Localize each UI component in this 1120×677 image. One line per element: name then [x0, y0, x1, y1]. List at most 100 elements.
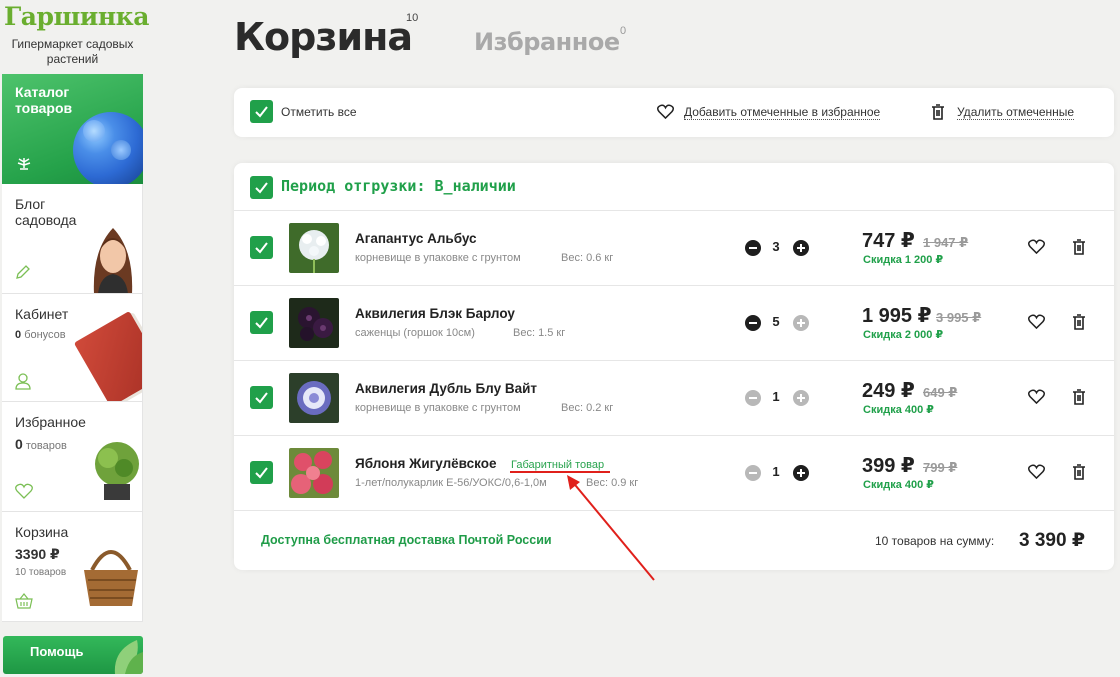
- select-all-checkbox[interactable]: [250, 100, 273, 123]
- trash-icon[interactable]: [931, 104, 945, 120]
- qty-increase-button[interactable]: [793, 465, 809, 481]
- help-button[interactable]: Помощь: [3, 636, 143, 674]
- product-weight: Вес: 0.6 кг: [561, 252, 614, 264]
- product-price: 1 995 ₽: [862, 305, 932, 327]
- heart-icon[interactable]: [1028, 314, 1045, 329]
- crown-leaf-icon: [17, 158, 31, 170]
- qty-increase-button[interactable]: [793, 240, 809, 256]
- heart-icon[interactable]: [1028, 389, 1045, 404]
- sidebar-item-cabinet[interactable]: Кабинет 0 бонусов: [2, 294, 143, 402]
- sidebar-item-cart[interactable]: Корзина 3390 ₽ 10 товаров: [2, 512, 143, 622]
- divider: [234, 510, 1114, 511]
- product-thumbnail[interactable]: [289, 448, 339, 498]
- qty-decrease-button[interactable]: [745, 240, 761, 256]
- basket-icon: [15, 593, 33, 609]
- sidebar: Гаршинка Гипермаркет садовых растений Ка…: [0, 0, 149, 677]
- product-old-price: 3 995 ₽: [936, 310, 982, 325]
- shipping-period-title: Период отгрузки: В_наличии: [281, 177, 516, 195]
- cart-item-row: Агапантус Альбус корневище в упаковке с …: [234, 211, 1114, 285]
- product-name[interactable]: Аквилегия Блэк Барлоу: [355, 306, 515, 321]
- qty-decrease-button[interactable]: [745, 315, 761, 331]
- product-thumbnail[interactable]: [289, 373, 339, 423]
- sidebar-item-label: Кабинет: [15, 306, 69, 322]
- check-icon: [255, 242, 268, 254]
- product-weight: Вес: 1.5 кг: [513, 327, 566, 339]
- product-price: 399 ₽: [862, 455, 915, 477]
- product-name[interactable]: Агапантус Альбус: [355, 231, 477, 246]
- heart-icon[interactable]: [657, 104, 674, 119]
- check-icon: [255, 467, 268, 479]
- hydrangea-image: [73, 112, 143, 184]
- cart-item-row: Аквилегия Дубль Блу Вайт корневище в упа…: [234, 361, 1114, 435]
- check-icon: [255, 182, 268, 194]
- check-icon: [255, 392, 268, 404]
- favorites-counter: 0 товаров: [15, 436, 67, 452]
- sidebar-item-blog[interactable]: Блог садовода: [2, 184, 143, 294]
- product-desc: саженцы (горшок 10см): [355, 327, 475, 339]
- product-discount: Скидка 400 ₽: [863, 479, 934, 491]
- cart-count: 10 товаров: [15, 567, 67, 578]
- heart-icon: [15, 483, 33, 499]
- item-checkbox[interactable]: [250, 311, 273, 334]
- tab-favorites-count: 0: [620, 25, 627, 37]
- basket-image: [84, 550, 138, 606]
- site-tagline: Гипермаркет садовых растений: [11, 37, 134, 66]
- tab-cart[interactable]: Корзина: [234, 15, 413, 59]
- item-checkbox[interactable]: [250, 386, 273, 409]
- product-discount: Скидка 400 ₽: [863, 404, 934, 416]
- item-checkbox[interactable]: [250, 461, 273, 484]
- blogger-photo: [93, 228, 133, 293]
- qty-value: 1: [772, 464, 780, 479]
- bonus-counter: 0 бонусов: [15, 329, 66, 341]
- trash-icon[interactable]: [1072, 464, 1086, 480]
- cart-item-row: Аквилегия Блэк Барлоу саженцы (горшок 10…: [234, 286, 1114, 360]
- select-all-label[interactable]: Отметить все: [281, 105, 357, 119]
- bush-image: [95, 442, 139, 500]
- product-thumbnail[interactable]: [289, 298, 339, 348]
- sidebar-item-catalog[interactable]: Каталог товаров: [2, 74, 143, 184]
- summary-total: 3 390 ₽: [1019, 530, 1086, 551]
- product-discount: Скидка 1 200 ₽: [863, 254, 944, 266]
- qty-value: 1: [772, 389, 780, 404]
- item-checkbox[interactable]: [250, 236, 273, 259]
- tab-favorites[interactable]: Избранное: [474, 28, 620, 56]
- pencil-icon: [16, 265, 30, 279]
- product-old-price: 649 ₽: [923, 385, 958, 400]
- product-name[interactable]: Яблоня Жигулёвское: [355, 456, 496, 471]
- heart-icon[interactable]: [1028, 239, 1045, 254]
- product-old-price: 1 947 ₽: [923, 235, 969, 250]
- cart-toolbar: Отметить все Добавить отмеченные в избра…: [234, 88, 1114, 137]
- product-thumbnail[interactable]: [289, 223, 339, 273]
- qty-decrease-button[interactable]: [745, 390, 761, 406]
- trash-icon[interactable]: [1072, 389, 1086, 405]
- product-name[interactable]: Аквилегия Дубль Блу Вайт: [355, 381, 537, 396]
- summary-label: 10 товаров на сумму:: [875, 534, 995, 548]
- product-weight: Вес: 0.2 кг: [561, 402, 614, 414]
- cart-panel: Период отгрузки: В_наличии Агапантус Аль…: [234, 163, 1114, 570]
- qty-increase-button[interactable]: [793, 390, 809, 406]
- trash-icon[interactable]: [1072, 239, 1086, 255]
- help-button-label: Помощь: [30, 644, 84, 659]
- leaves-image: [114, 640, 143, 674]
- cart-item-row: Яблоня Жигулёвское Габаритный товар 1-ле…: [234, 436, 1114, 510]
- add-to-favorites-link[interactable]: Добавить отмеченные в избранное: [684, 105, 881, 120]
- delete-marked-link[interactable]: Удалить отмеченные: [957, 105, 1075, 120]
- qty-value: 3: [772, 239, 780, 254]
- period-checkbox[interactable]: [250, 176, 273, 199]
- qty-increase-button[interactable]: [793, 315, 809, 331]
- cart-sum: 3390 ₽: [15, 546, 60, 562]
- product-desc: корневище в упаковке с грунтом: [355, 402, 521, 414]
- annotation-arrow: [510, 471, 655, 581]
- tab-cart-count: 10: [406, 12, 419, 24]
- heart-icon[interactable]: [1028, 464, 1045, 479]
- qty-decrease-button[interactable]: [745, 465, 761, 481]
- sidebar-item-favorites[interactable]: Избранное 0 товаров: [2, 402, 143, 512]
- qty-value: 5: [772, 314, 780, 329]
- product-price: 747 ₽: [862, 230, 915, 252]
- notebook-image: [73, 310, 142, 401]
- site-logo[interactable]: Гаршинка: [4, 2, 149, 31]
- trash-icon[interactable]: [1072, 314, 1086, 330]
- sidebar-item-label: Избранное: [15, 414, 86, 430]
- product-old-price: 799 ₽: [923, 460, 958, 475]
- check-icon: [255, 106, 268, 118]
